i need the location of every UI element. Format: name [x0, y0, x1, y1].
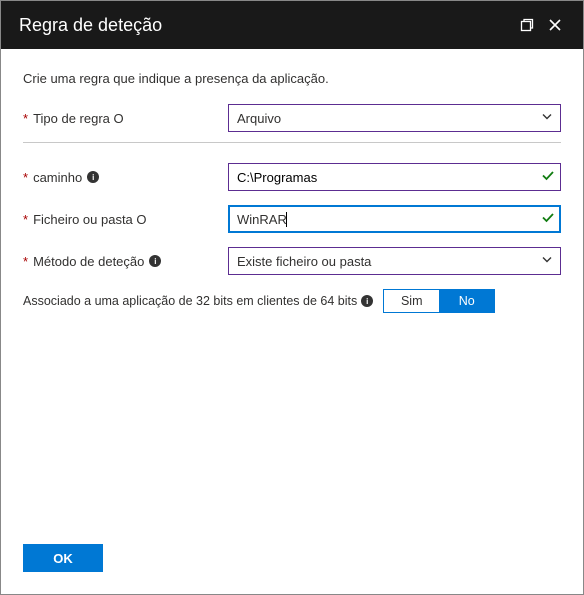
- close-icon: [548, 18, 562, 32]
- info-icon[interactable]: i: [87, 171, 99, 183]
- label-text: Tipo de regra O: [33, 111, 124, 126]
- close-button[interactable]: [541, 11, 569, 39]
- row-rule-type: * Tipo de regra O Arquivo: [23, 104, 561, 132]
- assoc-no[interactable]: No: [439, 290, 494, 312]
- text-caret: [286, 212, 287, 227]
- row-file: * Ficheiro ou pasta O WinRAR: [23, 205, 561, 233]
- required-marker: *: [23, 212, 28, 227]
- info-icon[interactable]: i: [361, 295, 373, 307]
- file-input[interactable]: WinRAR: [228, 205, 561, 233]
- label-file: * Ficheiro ou pasta O: [23, 212, 228, 227]
- row-assoc: Associado a uma aplicação de 32 bits em …: [23, 289, 561, 313]
- panel-title: Regra de deteção: [19, 15, 513, 36]
- method-value: Existe ficheiro ou pasta: [237, 254, 371, 269]
- assoc-toggle[interactable]: Sim No: [383, 289, 495, 313]
- label-rule-type: * Tipo de regra O: [23, 111, 228, 126]
- assoc-yes[interactable]: Sim: [384, 290, 439, 312]
- path-input[interactable]: [228, 163, 561, 191]
- file-input-text: WinRAR: [237, 212, 287, 227]
- rule-type-dropdown[interactable]: Arquivo: [228, 104, 561, 132]
- section-divider: [23, 142, 561, 143]
- restore-icon: [520, 18, 534, 32]
- label-assoc: Associado a uma aplicação de 32 bits em …: [23, 294, 357, 308]
- row-path: * caminho i: [23, 163, 561, 191]
- detection-rule-panel: Regra de deteção Crie uma regra que indi…: [0, 0, 584, 595]
- label-method: * Método de deteção i: [23, 254, 228, 269]
- rule-type-value: Arquivo: [237, 111, 281, 126]
- required-marker: *: [23, 111, 28, 126]
- panel-body: Crie uma regra que indique a presença da…: [1, 49, 583, 530]
- label-text: Método de deteção: [33, 254, 144, 269]
- info-icon[interactable]: i: [149, 255, 161, 267]
- label-text: Ficheiro ou pasta O: [33, 212, 146, 227]
- intro-text: Crie uma regra que indique a presença da…: [23, 71, 561, 86]
- restore-button[interactable]: [513, 11, 541, 39]
- required-marker: *: [23, 170, 28, 185]
- ok-button[interactable]: OK: [23, 544, 103, 572]
- label-text: caminho: [33, 170, 82, 185]
- titlebar: Regra de deteção: [1, 1, 583, 49]
- label-path: * caminho i: [23, 170, 228, 185]
- method-dropdown[interactable]: Existe ficheiro ou pasta: [228, 247, 561, 275]
- panel-footer: OK: [1, 530, 583, 594]
- path-input-text[interactable]: [237, 170, 532, 185]
- required-marker: *: [23, 254, 28, 269]
- row-method: * Método de deteção i Existe ficheiro ou…: [23, 247, 561, 275]
